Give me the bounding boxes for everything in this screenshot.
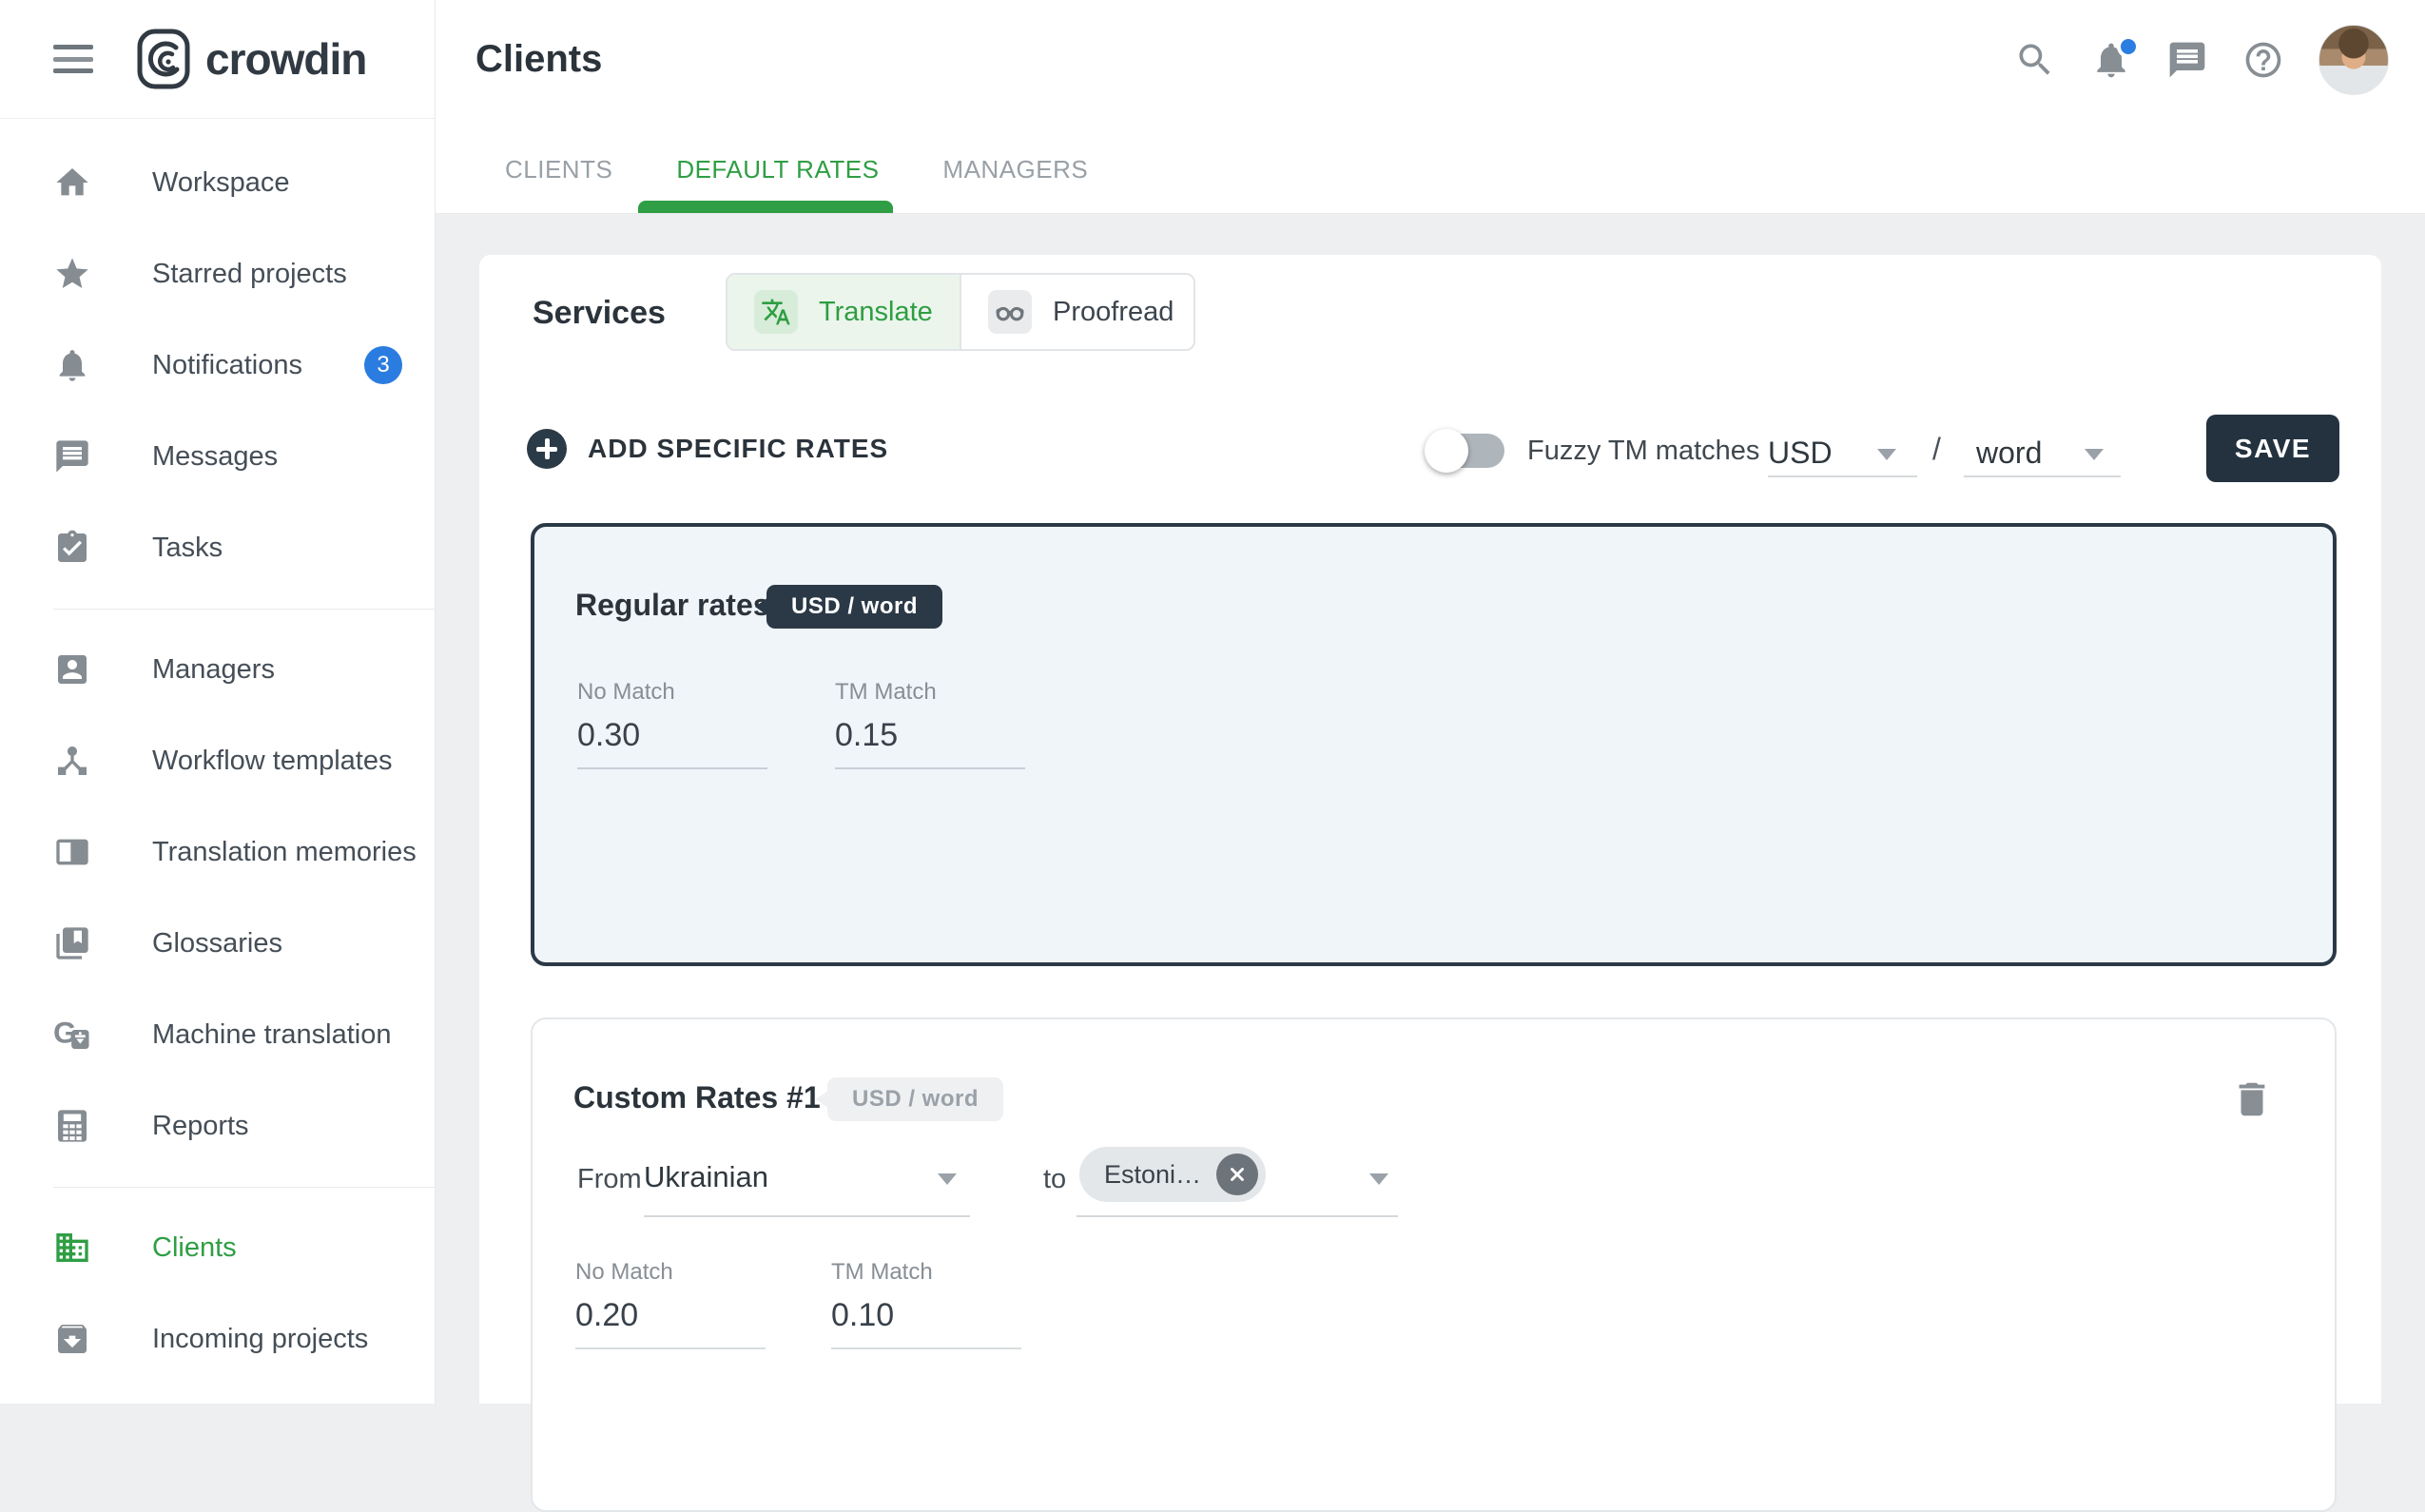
sidebar-item-glossaries[interactable]: Glossaries [0, 898, 435, 989]
notifications-count-badge: 3 [364, 346, 402, 384]
active-tab-underline [638, 201, 893, 213]
currency-select[interactable]: USD [1768, 434, 1917, 477]
services-title: Services [533, 295, 666, 332]
crowdin-logo[interactable]: crowdin [137, 29, 366, 89]
crowdin-logo-icon [137, 29, 190, 89]
sidebar-item-messages[interactable]: Messages [0, 411, 435, 502]
sidebar-nav: Workspace Starred projects Notifications… [0, 119, 435, 1385]
add-specific-rates-button[interactable]: ADD SPECIFIC RATES [527, 429, 888, 469]
search-icon[interactable] [2014, 39, 2056, 81]
chevron-down-icon [1877, 449, 1896, 460]
sidebar-item-reports[interactable]: Reports [0, 1080, 435, 1172]
tab-default-rates[interactable]: DEFAULT RATES [676, 155, 879, 184]
service-type-switcher: Translate Proofread [726, 273, 1195, 351]
star-icon [53, 255, 91, 293]
translate-icon [754, 290, 798, 334]
sidebar: crowdin Workspace Starred projects Notif… [0, 0, 436, 1404]
sidebar-divider [53, 609, 435, 610]
tab-bar: CLIENTS DEFAULT RATES MANAGERS [505, 155, 1088, 184]
source-language-select[interactable]: Ukrainian [644, 1145, 970, 1217]
machine-translation-icon: G [53, 1016, 91, 1054]
custom-rates-card: Custom Rates #1 USD / word From Ukrainia… [531, 1018, 2337, 1512]
custom-rates-units-badge: USD / word [827, 1077, 1003, 1121]
clipboard-check-icon [53, 529, 91, 567]
sidebar-item-workflow-templates[interactable]: Workflow templates [0, 715, 435, 806]
service-option-proofread[interactable]: Proofread [960, 275, 1193, 349]
crowdin-wordmark: crowdin [205, 33, 366, 85]
sidebar-item-clients[interactable]: Clients [0, 1202, 435, 1293]
messages-chat-icon[interactable] [2166, 39, 2208, 81]
sidebar-item-notifications[interactable]: Notifications 3 [0, 320, 435, 411]
chevron-down-icon [1369, 1173, 1388, 1185]
header-icon-group [2014, 0, 2389, 119]
bell-icon [53, 346, 91, 384]
notifications-bell-icon[interactable] [2090, 39, 2132, 81]
close-icon [1227, 1164, 1248, 1185]
sidebar-divider [53, 1187, 435, 1188]
no-match-field: No Match 0.30 [577, 679, 767, 769]
user-avatar[interactable] [2318, 25, 2389, 95]
glasses-icon [988, 290, 1032, 334]
delete-custom-rates-button[interactable] [2230, 1075, 2276, 1124]
save-button[interactable]: SAVE [2206, 415, 2339, 482]
book-bookmark-icon [53, 924, 91, 962]
regular-rates-units-badge: USD / word [766, 585, 942, 629]
to-label: to [1043, 1164, 1066, 1195]
service-option-translate[interactable]: Translate [728, 275, 960, 349]
tm-match-field: TM Match 0.10 [831, 1259, 1021, 1349]
tab-clients[interactable]: CLIENTS [505, 155, 612, 184]
remove-language-button[interactable] [1216, 1153, 1258, 1195]
help-icon[interactable] [2242, 39, 2284, 81]
translation-memory-card-icon [53, 833, 91, 871]
regular-rates-title: Regular rates [575, 588, 770, 623]
menu-hamburger-icon[interactable] [53, 45, 93, 73]
sidebar-logo-row: crowdin [0, 0, 435, 119]
trash-icon [2230, 1077, 2274, 1121]
tm-match-rate-input[interactable]: 0.10 [831, 1297, 1021, 1349]
page-title: Clients [475, 38, 602, 81]
no-match-rate-input[interactable]: 0.20 [575, 1297, 766, 1349]
no-match-field: No Match 0.20 [575, 1259, 766, 1349]
currency-unit-separator: / [1932, 432, 1941, 467]
unread-notifications-dot [2117, 35, 2140, 58]
sidebar-item-starred-projects[interactable]: Starred projects [0, 228, 435, 320]
no-match-rate-input[interactable]: 0.30 [577, 717, 767, 769]
tm-match-field: TM Match 0.15 [835, 679, 1025, 769]
sidebar-item-machine-translation[interactable]: G Machine translation [0, 989, 435, 1080]
target-language-chip: Estoni… [1079, 1147, 1266, 1202]
calculator-icon [53, 1107, 91, 1145]
tm-match-rate-input[interactable]: 0.15 [835, 717, 1025, 769]
sidebar-item-tasks[interactable]: Tasks [0, 502, 435, 593]
toggle-knob [1425, 429, 1468, 473]
home-icon [53, 164, 91, 202]
chevron-down-icon [2085, 449, 2104, 460]
regular-rates-card: Regular rates USD / word No Match 0.30 T… [531, 523, 2337, 966]
plus-icon [527, 429, 567, 469]
sidebar-item-managers[interactable]: Managers [0, 624, 435, 715]
sidebar-item-incoming-projects[interactable]: Incoming projects [0, 1293, 435, 1385]
fuzzy-tm-label: Fuzzy TM matches [1527, 436, 1759, 467]
content-panel: Services Translate Proofread ADD SPECIFI… [479, 255, 2381, 1404]
target-language-select[interactable]: Estoni… [1077, 1145, 1398, 1217]
building-icon [53, 1229, 91, 1267]
person-box-icon [53, 650, 91, 688]
chevron-down-icon [938, 1173, 957, 1185]
unit-select[interactable]: word [1964, 434, 2121, 477]
fuzzy-tm-toggle[interactable] [1430, 434, 1504, 468]
sidebar-item-translation-memories[interactable]: Translation memories [0, 806, 435, 898]
inbox-archive-icon [53, 1320, 91, 1358]
sidebar-item-workspace[interactable]: Workspace [0, 137, 435, 228]
message-icon [53, 437, 91, 475]
crowdin-clients-default-rates-page: { "brand": { "name": "crowdin" }, "heade… [0, 0, 2425, 1404]
custom-rates-title: Custom Rates #1 [573, 1080, 821, 1115]
tab-managers[interactable]: MANAGERS [942, 155, 1088, 184]
top-header: Clients CLIENTS DEFAULT RATES MANAGERS [436, 0, 2425, 214]
from-label: From [577, 1164, 642, 1195]
workflow-hub-icon [53, 742, 91, 780]
